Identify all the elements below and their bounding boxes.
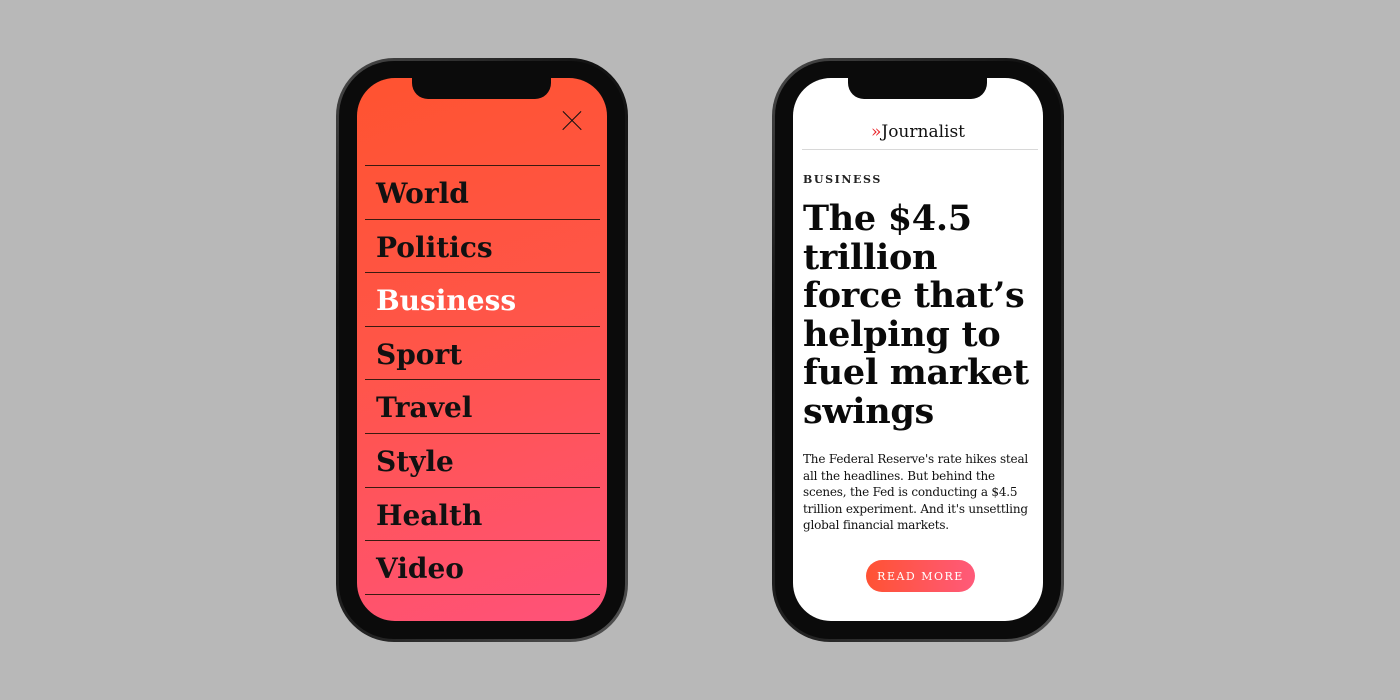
menu-item-sport[interactable]: Sport (365, 327, 600, 381)
headline: The $4.5 trillion force that’s helping t… (803, 198, 1029, 432)
menu-item-style[interactable]: Style (365, 434, 600, 488)
menu-item-travel[interactable]: Travel (365, 380, 600, 434)
chevron-logo-icon: » (870, 122, 882, 142)
menu-item-politics[interactable]: Politics (365, 220, 600, 274)
nav-menu: World Politics Business Sport Travel Sty… (365, 165, 600, 595)
notch (848, 78, 987, 99)
logo-text: Journalist (881, 122, 966, 142)
close-icon[interactable] (562, 111, 582, 131)
divider (802, 149, 1038, 150)
menu-item-video[interactable]: Video (365, 541, 600, 595)
read-more-button[interactable]: READ MORE (866, 560, 975, 592)
logo[interactable]: »Journalist (793, 122, 1043, 142)
phone-menu: World Politics Business Sport Travel Sty… (336, 58, 628, 642)
article-screen: »Journalist BUSINESS The $4.5 trillion f… (793, 78, 1043, 621)
menu-item-business[interactable]: Business (365, 273, 600, 327)
menu-screen: World Politics Business Sport Travel Sty… (357, 78, 607, 621)
phone-article: »Journalist BUSINESS The $4.5 trillion f… (772, 58, 1064, 642)
menu-item-health[interactable]: Health (365, 488, 600, 542)
notch (412, 78, 551, 99)
menu-item-world[interactable]: World (365, 166, 600, 220)
article-summary: The Federal Reserve's rate hikes steal a… (803, 452, 1029, 533)
category-label[interactable]: BUSINESS (803, 173, 882, 186)
